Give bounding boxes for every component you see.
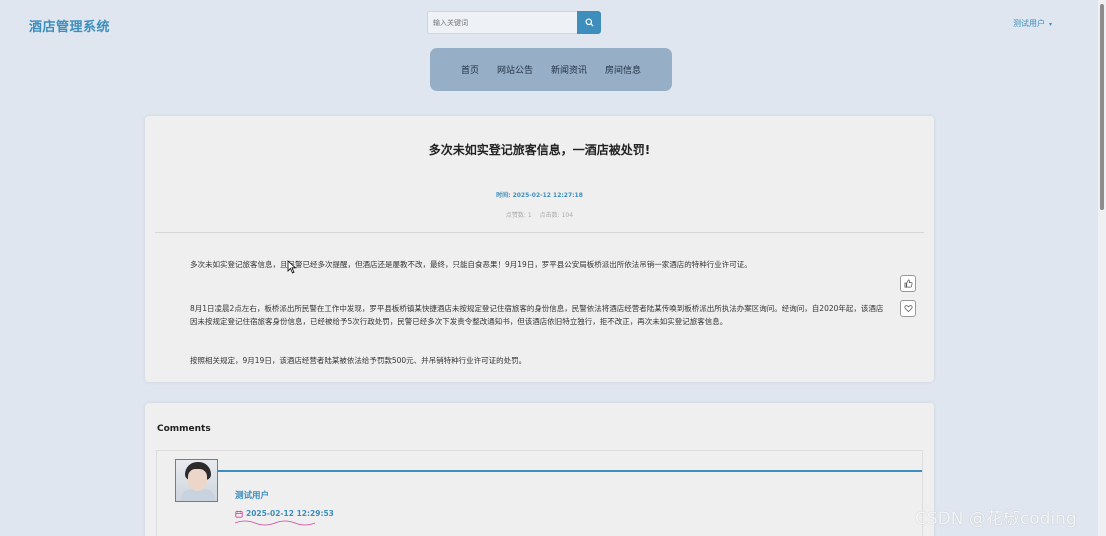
main-nav: 首页 网站公告 新闻资讯 房间信息 [430, 48, 672, 91]
search-input[interactable] [427, 11, 577, 34]
article-time: 时间: 2025-02-12 12:27:18 [496, 192, 583, 199]
brand-title[interactable]: 酒店管理系统 [29, 16, 110, 35]
like-count: 点赞数: 1 [505, 212, 532, 219]
watermark: CSDN @花椒coding [915, 509, 1077, 529]
comment-author: 测试用户 [235, 491, 270, 501]
chevron-down-icon: ▾ [1049, 21, 1053, 28]
article-stats: 点赞数: 1 点击数: 104 [145, 210, 934, 219]
user-menu[interactable]: 测试用户 ▾ [1013, 18, 1052, 29]
heart-icon [903, 305, 913, 313]
article-paragraph: 8月1日凌晨2点左右，板桥派出所民警在工作中发现，罗平县板桥镇某快捷酒店未按规定… [190, 304, 884, 326]
article-paragraph: 按照相关规定，9月19日，该酒店经营者陆某被依法给予罚款500元、并吊销特种行业… [190, 356, 527, 365]
nav-home[interactable]: 首页 [461, 63, 479, 76]
nav-rooms[interactable]: 房间信息 [605, 63, 641, 76]
user-name: 测试用户 [1013, 19, 1045, 28]
nav-news[interactable]: 新闻资讯 [551, 63, 587, 76]
avatar [175, 459, 218, 502]
wave-decoration [235, 520, 315, 526]
search-button[interactable] [577, 11, 601, 34]
favorite-button[interactable] [900, 300, 916, 317]
click-count: 点击数: 104 [539, 212, 574, 219]
nav-announcements[interactable]: 网站公告 [497, 63, 533, 76]
divider [155, 232, 924, 233]
scrollbar[interactable] [1098, 0, 1106, 536]
comment-date: 2025-02-12 12:29:53 [235, 509, 334, 518]
thumb-up-icon [904, 279, 912, 288]
comments-heading: Comments [157, 424, 211, 434]
like-button[interactable] [900, 275, 916, 292]
search-bar [427, 11, 601, 34]
article-card: 多次未如实登记旅客信息，一酒店被处罚! 时间: 2025-02-12 12:27… [145, 116, 934, 382]
calendar-icon [235, 510, 243, 518]
scrollbar-thumb[interactable] [1100, 4, 1104, 210]
article-title: 多次未如实登记旅客信息，一酒店被处罚! [428, 143, 651, 157]
search-icon [584, 18, 594, 27]
comments-card: Comments 测试用户 2025-02-12 12:29:53 [145, 403, 934, 536]
cursor-icon [287, 260, 297, 274]
comment-accent-line [218, 470, 922, 472]
comment-date-text: 2025-02-12 12:29:53 [246, 509, 334, 518]
